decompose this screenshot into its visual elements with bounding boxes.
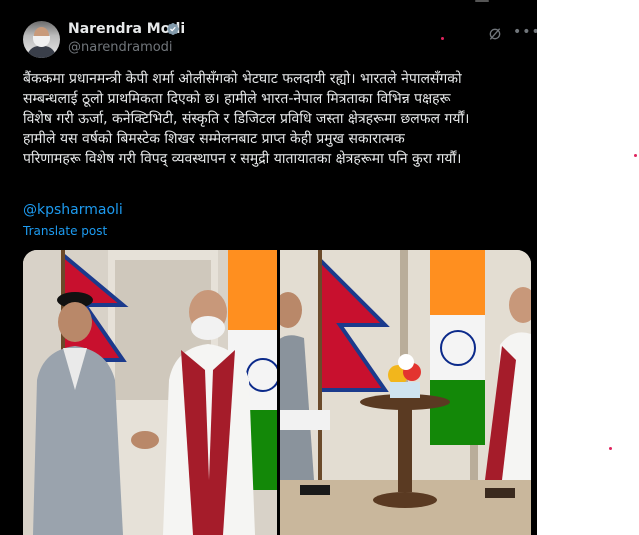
translate-post-link[interactable]: Translate post [23,224,107,238]
post-text: बैंककमा प्रधानमन्त्री केपी शर्मा ओलीसँगक… [23,71,470,167]
marker-dot [441,37,444,40]
marker-dot [609,447,612,450]
mention-link[interactable]: @kpsharmaoli [23,202,123,218]
verified-badge-icon [167,23,179,35]
media-gallery[interactable] [23,250,531,535]
photo-handshake[interactable] [23,250,277,535]
author-handle[interactable]: @narendramodi [68,40,173,55]
grok-icon[interactable] [487,26,503,42]
photo-meeting[interactable] [280,250,531,535]
marker-dot [634,154,637,157]
more-icon[interactable]: ••• [513,24,537,40]
avatar[interactable] [23,21,60,58]
post-card: Narendra Modi @narendramodi ••• बैंककमा … [0,0,537,535]
scroll-indicator [475,0,489,2]
